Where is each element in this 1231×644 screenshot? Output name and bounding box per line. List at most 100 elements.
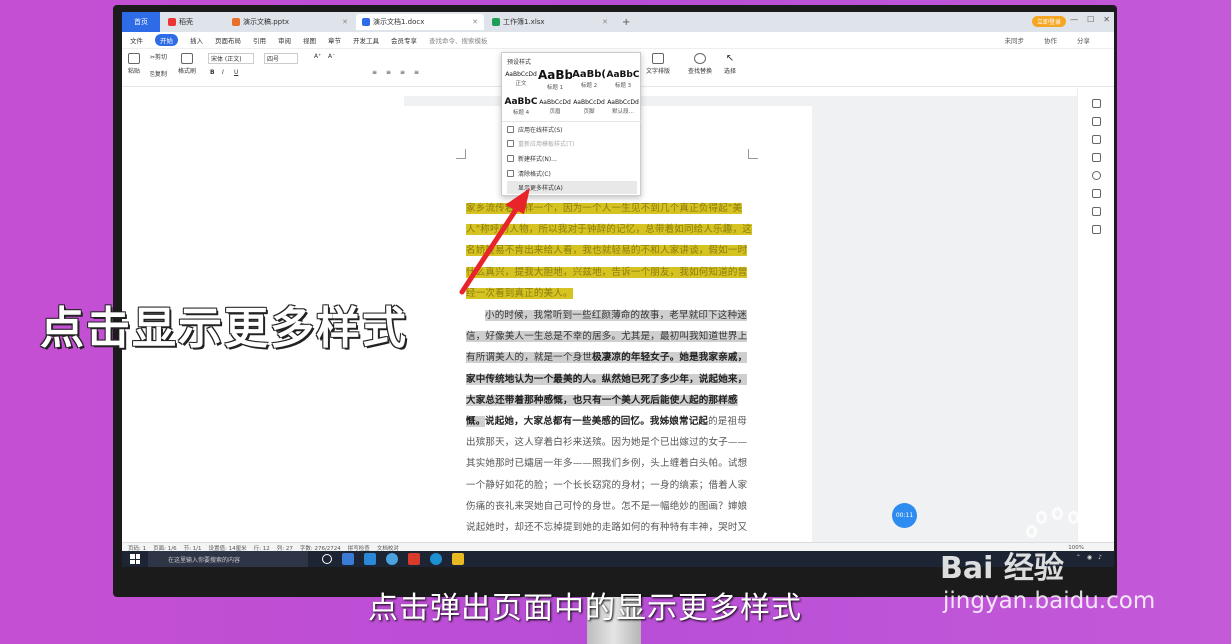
new-style-item[interactable]: 新建样式(N)... [507, 152, 637, 165]
maximize-icon[interactable]: ☐ [1087, 15, 1094, 24]
paste-button[interactable]: 粘贴 [128, 53, 140, 75]
cortana-icon[interactable] [322, 554, 332, 564]
windows-start-icon[interactable] [130, 554, 140, 564]
menu-member[interactable]: 会员专享 [391, 35, 417, 45]
select-button[interactable]: ↖ 选择 [724, 53, 736, 75]
tray-up-icon[interactable]: ⌃ [1076, 554, 1081, 561]
menu-review[interactable]: 审阅 [278, 35, 291, 45]
italic-icon[interactable]: I [222, 69, 224, 76]
align-center-icon[interactable]: ≡ [386, 69, 391, 76]
align-left-icon[interactable]: ≡ [372, 69, 377, 76]
item-label: 显示更多样式(A) [518, 185, 563, 192]
show-more-styles-item[interactable]: 显示更多样式(A) [507, 181, 637, 194]
style-icon[interactable] [1091, 99, 1101, 108]
style-heading-3[interactable]: AaBbC 标题 3 [606, 70, 640, 89]
cursor-icon: ↖ [725, 53, 735, 64]
menu-bar: 文件 开始 插入 页面布局 引用 审阅 视图 章节 开发工具 会员专享 查找命令… [122, 32, 1114, 49]
reapply-template-item[interactable]: 重新应用模板样式(T) [507, 137, 637, 150]
collab-button[interactable]: 协作 [1044, 35, 1057, 45]
style-label: 页脚 [583, 109, 595, 115]
settings-icon[interactable] [1091, 153, 1101, 162]
style-label: 标题 4 [512, 110, 530, 116]
share-button[interactable]: 分享 [1077, 35, 1090, 45]
close-icon[interactable]: ✕ [602, 18, 608, 26]
style-normal[interactable]: AaBbCcDd 正文 [504, 71, 538, 87]
login-button[interactable]: 立即登录 [1031, 16, 1066, 27]
volume-icon[interactable]: ♪ [1098, 554, 1102, 561]
tab-docx[interactable]: 演示文档1.docx ✕ [356, 14, 484, 30]
command-search[interactable]: 查找命令、搜索模板 [429, 35, 488, 45]
style-heading-2[interactable]: AaBb(标题 2 [572, 69, 606, 89]
image-icon[interactable] [1091, 189, 1101, 198]
menu-chapter[interactable]: 章节 [328, 35, 341, 45]
menu-view[interactable]: 视图 [303, 35, 316, 45]
style-heading-4[interactable]: AaBbC 标题 4 [504, 97, 538, 116]
minimize-icon[interactable]: — [1070, 15, 1078, 24]
menu-layout[interactable]: 页面布局 [215, 35, 241, 45]
margin-corner [748, 149, 758, 159]
font-size-select[interactable]: 四号 [264, 53, 298, 64]
translate-icon[interactable] [1091, 225, 1101, 234]
cursor-icon[interactable] [1091, 135, 1101, 144]
apply-online-style-item[interactable]: 应用在线样式(S) [507, 123, 637, 136]
menu-insert[interactable]: 插入 [190, 35, 203, 45]
help-icon[interactable] [1091, 171, 1101, 180]
item-label: 新建样式(N)... [518, 156, 557, 163]
paragraph-1: 家乡流传着这样一个，因为一个人一生见不到几个真正负得起"美人"称呼的人物，所以我… [466, 198, 752, 304]
style-sample: AaBb [538, 68, 572, 82]
format-painter-button[interactable]: 格式刷 [178, 53, 196, 75]
text-tools-button[interactable]: 文字排版 [646, 53, 670, 75]
style-footer[interactable]: AaBbCcDd 页脚 [572, 99, 606, 115]
tab-label: 演示文稿.pptx [243, 18, 289, 26]
tab-pptx[interactable]: 演示文稿.pptx ✕ [226, 14, 354, 30]
menu-file[interactable]: 文件 [130, 35, 143, 45]
edit-icon[interactable] [1091, 117, 1101, 126]
menu-start[interactable]: 开始 [155, 34, 178, 46]
explorer-icon[interactable] [452, 553, 464, 565]
screen: 首页 稻壳 演示文稿.pptx ✕ 演示文档1.docx ✕ 工作簿1.xlsx ✕ … [122, 12, 1114, 567]
clear-format-item[interactable]: 清除格式(C) [507, 167, 637, 180]
align-right-icon[interactable]: ≡ [400, 69, 405, 76]
taskbar-search[interactable]: 在这里输入你要搜索的内容 [148, 551, 308, 567]
style-header[interactable]: AaBbCcDd 页眉 [538, 99, 572, 115]
style-label: 页眉 [549, 109, 561, 115]
tab-xlsx[interactable]: 工作簿1.xlsx ✕ [486, 14, 614, 30]
style-sample: AaBbCcDd [539, 99, 571, 106]
underline-icon[interactable]: U [234, 69, 238, 76]
close-icon[interactable]: ✕ [342, 18, 348, 26]
new-tab-button[interactable]: + [616, 14, 636, 30]
font-name-select[interactable]: 宋体 (正文) [208, 53, 254, 64]
text-tools-label: 文字排版 [646, 68, 671, 75]
browser-icon[interactable] [386, 553, 398, 565]
edge-new-icon[interactable] [430, 553, 442, 565]
close-window-icon[interactable]: ✕ [1103, 15, 1110, 24]
menu-devtools[interactable]: 开发工具 [353, 35, 379, 45]
close-icon[interactable]: ✕ [472, 18, 478, 26]
justify-icon[interactable]: ≡ [414, 69, 419, 76]
watermark-url: jingyan.baidu.com [943, 588, 1156, 614]
location-icon[interactable] [1091, 207, 1101, 216]
style-heading-1[interactable]: AaBb 标题 1 [538, 68, 572, 91]
paragraph-3: 说起她，大家总都有一些美感的回忆。我姊娘常记起的是祖母出殡那天，这人穿着白衫来送… [466, 411, 752, 559]
cut-button[interactable]: ✂剪切 [150, 52, 167, 61]
network-icon[interactable]: ◉ [1087, 554, 1092, 561]
timer-badge: 00:11 [892, 503, 917, 528]
tab-bar: 首页 稻壳 演示文稿.pptx ✕ 演示文档1.docx ✕ 工作簿1.xlsx ✕ … [122, 12, 1114, 32]
divider [502, 121, 642, 122]
style-default-para[interactable]: AaBbCcDd 默认段... [606, 99, 640, 115]
menu-reference[interactable]: 引用 [253, 35, 266, 45]
wps-icon[interactable] [408, 553, 420, 565]
font-grow-icon[interactable]: A⁺ [314, 53, 321, 60]
dropdown-title: 预设样式 [507, 59, 532, 66]
tab-docer[interactable]: 稻壳 [162, 14, 224, 30]
sync-status[interactable]: 未同步 [1005, 35, 1025, 45]
edge-icon[interactable] [364, 553, 376, 565]
font-shrink-icon[interactable]: A⁻ [328, 53, 335, 60]
copy-label: 复制 [154, 71, 167, 78]
task-view-icon[interactable] [342, 553, 354, 565]
bold-icon[interactable]: B [210, 69, 215, 76]
find-replace-button[interactable]: 查找替换 [688, 53, 712, 75]
copy-button[interactable]: ⎘复制 [150, 69, 167, 79]
style-sample: AaBbC [504, 97, 538, 107]
tab-home[interactable]: 首页 [122, 12, 160, 32]
